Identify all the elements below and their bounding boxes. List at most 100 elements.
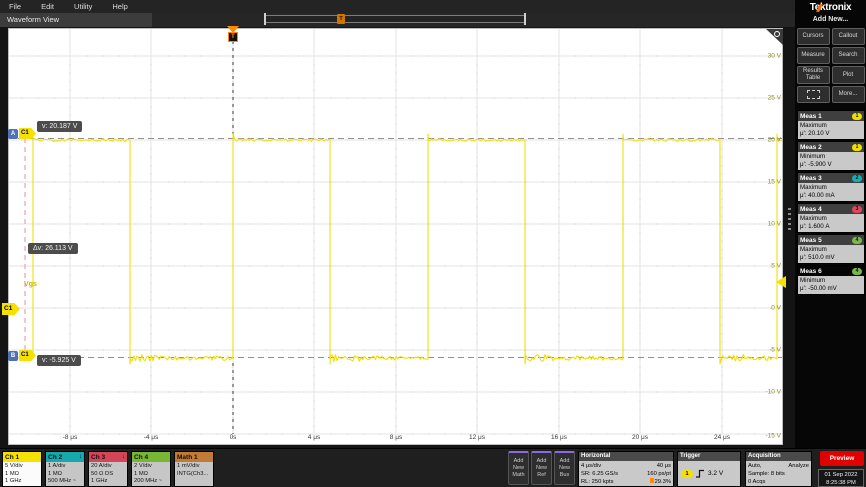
- horizontal-title: Horizontal: [579, 452, 673, 461]
- panel-button[interactable]: Measure: [797, 47, 830, 64]
- voltage-tick-label: 20 V: [768, 137, 781, 144]
- bandwidth-limit-icon: ~: [159, 478, 162, 484]
- panel-button[interactable]: Search: [832, 47, 865, 64]
- tab-bar: Waveform View T: [0, 13, 795, 27]
- time-tick-label: 0s: [230, 434, 237, 441]
- channel-badge[interactable]: Ch 2 ↓ 1 A/div 1 MΩ 500 MHz ~: [45, 451, 85, 487]
- add-waveform-buttons: AddNewMath AddNewRef AddNewBus: [508, 451, 575, 485]
- time-tick-label: 12 μs: [469, 434, 485, 441]
- panel-button[interactable]: Results Table: [797, 66, 830, 84]
- measurement-value: μ': -50.00 mV: [800, 285, 864, 293]
- measurement-value: μ': 510.0 mV: [800, 254, 864, 262]
- rising-edge-icon: [696, 469, 705, 479]
- measurement-stat: Maximum: [800, 122, 864, 130]
- channel-scale: 1 mV/div: [177, 463, 211, 471]
- scrollbar-grip[interactable]: [788, 208, 791, 230]
- measurement-badge[interactable]: Meas 6 4 Minimum μ': -50.00 mV: [797, 265, 865, 295]
- measurement-body: Minimum μ': -50.00 mV: [798, 276, 864, 294]
- acquisition-analyze: Analyze: [788, 462, 809, 470]
- acquisition-title: Acquisition: [746, 452, 811, 461]
- measurement-value: μ': 40.00 mA: [800, 192, 864, 200]
- horizontal-record-length: RL: 250 kpts: [581, 478, 614, 486]
- trigger-level-arrow-icon[interactable]: [776, 276, 786, 288]
- menu-item[interactable]: File: [9, 2, 21, 11]
- cursor-a-readout[interactable]: v: 20.187 V: [37, 121, 82, 132]
- channel-scale: 1 A/div: [48, 463, 82, 471]
- measurement-badge[interactable]: Meas 4 3 Maximum μ': 1.600 A: [797, 203, 865, 233]
- channel-scale: 20 A/div: [91, 463, 125, 471]
- measurement-badge[interactable]: Meas 1 1 Maximum μ': 20.10 V: [797, 110, 865, 140]
- cursor-delta-readout[interactable]: Δv: 26.113 V: [28, 243, 78, 254]
- trigger-position-flag[interactable]: T: [228, 32, 238, 42]
- voltage-tick-label: 10 V: [768, 221, 781, 228]
- voltage-tick-label: 0 V: [771, 305, 781, 312]
- add-waveform-button[interactable]: AddNewBus: [554, 451, 575, 485]
- channel-header: Ch 3 ↓: [89, 452, 127, 462]
- cursor-a-badge[interactable]: A: [8, 129, 18, 139]
- channel-badges: Ch 1 5 V/div 1 MΩ 1 GHz Ch 2 ↓: [2, 451, 214, 487]
- voltage-tick-label: 5 V: [771, 263, 781, 270]
- preview-button[interactable]: Preview: [820, 451, 864, 466]
- trigger-badge[interactable]: Trigger 1 3.2 V: [677, 451, 741, 487]
- measurement-badge[interactable]: Meas 2 1 Minimum μ': -5.900 V: [797, 141, 865, 171]
- panel-button[interactable]: Cursors: [797, 28, 830, 45]
- acquisition-badge[interactable]: Acquisition Auto,Analyze Sample: 8 bits …: [745, 451, 812, 487]
- horizontal-badge[interactable]: Horizontal 4 μs/div40 μs SR: 6.25 GS/s16…: [578, 451, 674, 487]
- channel-badge[interactable]: Ch 1 5 V/div 1 MΩ 1 GHz: [2, 451, 42, 487]
- measurement-stat: Minimum: [800, 277, 864, 285]
- measurement-badges: Meas 1 1 Maximum μ': 20.10 V Meas 2 1: [797, 110, 865, 296]
- cursor-b-readout[interactable]: v: -5.925 V: [37, 355, 81, 366]
- trigger-source-badge: 1: [681, 470, 693, 478]
- add-new-button-grid: Cursors Callout Measure Search Results T…: [795, 26, 866, 103]
- measurement-source-badge: 2: [852, 175, 862, 182]
- panel-button-label: Search: [838, 52, 857, 59]
- minimap-trigger-flag[interactable]: T: [337, 14, 345, 24]
- settings-bar: Ch 1 5 V/div 1 MΩ 1 GHz Ch 2 ↓: [0, 448, 866, 487]
- panel-button-label: Callout: [839, 33, 858, 40]
- trigger-title: Trigger: [678, 452, 740, 461]
- record-view-minimap[interactable]: T: [264, 15, 526, 23]
- add-button-line: Ref: [532, 472, 551, 479]
- panel-button[interactable]: [797, 86, 830, 103]
- panel-button[interactable]: More...: [832, 86, 865, 103]
- add-button-line: Math: [509, 472, 528, 479]
- channel-bandwidth-line: 1 GHz: [5, 478, 39, 486]
- measurement-name: Meas 2: [800, 144, 822, 151]
- voltage-tick-label: 30 V: [768, 53, 781, 60]
- menu-item[interactable]: Utility: [74, 2, 92, 11]
- bandwidth-limit-icon: ~: [73, 478, 76, 484]
- channel-scale: 2 V/div: [134, 463, 168, 471]
- panel-button[interactable]: Callout: [832, 28, 865, 45]
- channel-bandwidth: 500 MHz: [48, 478, 71, 484]
- channel-badge[interactable]: Ch 4 2 V/div 1 MΩ 200 MHz ~: [131, 451, 171, 487]
- menu-item[interactable]: Help: [112, 2, 127, 11]
- right-panel: Tektronix Add New... Cursors Callout Mea…: [795, 0, 866, 487]
- channel-impedance: 1 MΩ: [5, 471, 39, 479]
- add-button-line: New: [555, 465, 574, 472]
- panel-button[interactable]: Plot: [832, 66, 865, 84]
- channel-badge[interactable]: Ch 3 ↓ 20 A/div 50 Ω DS 1 GHz: [88, 451, 128, 487]
- panel-button-label: Results Table: [799, 68, 828, 82]
- cursor-b-badge[interactable]: B: [8, 351, 18, 361]
- measurement-header: Meas 3 2: [798, 173, 864, 183]
- tab-waveform-view[interactable]: Waveform View: [0, 13, 152, 27]
- measurement-badge[interactable]: Meas 3 2 Maximum μ': 40.00 mA: [797, 172, 865, 202]
- measurement-value: μ': 1.600 A: [800, 223, 864, 231]
- add-waveform-button[interactable]: AddNewRef: [531, 451, 552, 485]
- measurement-body: Minimum μ': -5.900 V: [798, 152, 864, 170]
- acquisition-body: Auto,Analyze Sample: 8 bits 0 Acqs: [746, 461, 811, 486]
- minimap-left-bracket-icon: [264, 13, 266, 25]
- add-button-line: New: [532, 465, 551, 472]
- measurement-value: μ': -5.900 V: [800, 161, 864, 169]
- minimap-right-bracket-icon: [524, 13, 526, 25]
- time-text: 8:25:38 PM: [819, 479, 863, 487]
- waveform-graticule[interactable]: [8, 28, 783, 445]
- magnifier-icon: [774, 31, 780, 37]
- measurement-badge[interactable]: Meas 5 4 Maximum μ': 510.0 mV: [797, 234, 865, 264]
- channel-badge[interactable]: Math 1 1 mV/div INTG(Ch3...: [174, 451, 214, 487]
- time-tick-label: 20 μs: [632, 434, 648, 441]
- menu-item[interactable]: Edit: [41, 2, 54, 11]
- measurement-name: Meas 4: [800, 206, 822, 213]
- measurement-stat: Maximum: [800, 184, 864, 192]
- add-waveform-button[interactable]: AddNewMath: [508, 451, 529, 485]
